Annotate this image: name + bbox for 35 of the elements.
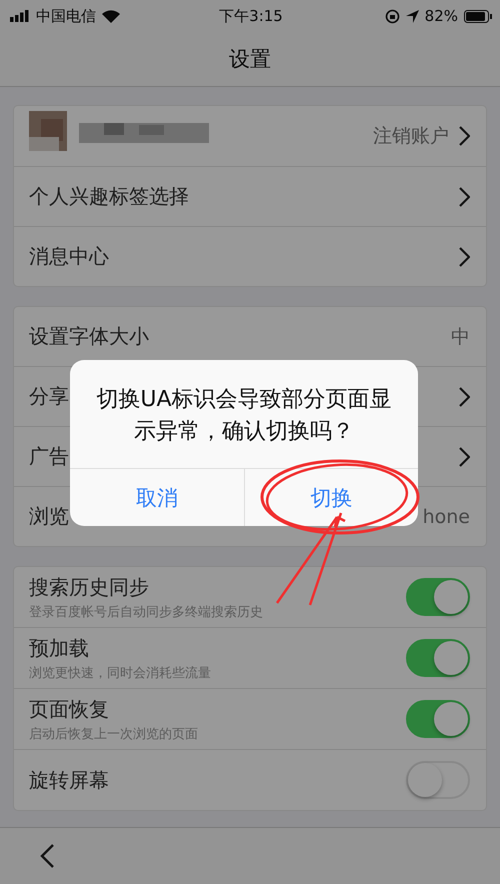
dialog-button[interactable]: 切换 xyxy=(244,468,418,526)
toggle-switch[interactable] xyxy=(406,578,470,616)
row-label: 广告 xyxy=(29,443,69,470)
row-value: 中 xyxy=(451,324,470,350)
wifi-icon xyxy=(102,10,120,22)
settings-row[interactable]: 消息中心 xyxy=(14,226,486,286)
location-arrow-icon xyxy=(406,10,419,22)
dialog-message: 切换UA标识会导致部分页面显示异常，确认切换吗？ xyxy=(95,386,393,446)
row-value: hone xyxy=(422,506,470,528)
row-description: 登录百度帐号后自动同步多终端搜索历史 xyxy=(29,604,263,620)
toggle-switch[interactable] xyxy=(406,700,470,738)
row-label: 浏览 xyxy=(29,503,69,530)
rotation-lock-icon xyxy=(384,8,400,24)
battery-icon xyxy=(464,10,492,22)
row-label: 消息中心 xyxy=(29,243,109,270)
row-label: 分享 xyxy=(29,383,69,410)
row-description: 浏览更快速，同时会消耗些流量 xyxy=(29,664,211,682)
logout-account-link[interactable]: 注销账户 xyxy=(373,123,449,149)
row-label: 个人兴趣标签选择 xyxy=(29,183,189,210)
account-row[interactable]: 注销账户 xyxy=(14,106,486,166)
back-icon[interactable] xyxy=(40,844,54,868)
row-label: 设置字体大小 xyxy=(29,323,149,350)
page-title: 设置 xyxy=(229,46,271,73)
toggle-switch[interactable] xyxy=(406,639,470,677)
row-label: 旋转屏幕 xyxy=(29,766,109,794)
row-label: 预加载 xyxy=(29,634,89,662)
row-label: 页面恢复 xyxy=(29,696,109,722)
settings-row[interactable]: 个人兴趣标签选择 xyxy=(14,166,486,226)
dialog-button[interactable]: 取消 xyxy=(70,468,244,526)
carrier-name: 中国电信 xyxy=(36,6,96,26)
row-description: 启动后恢复上一次浏览的页面 xyxy=(29,726,198,742)
row-label: 搜索历史同步 xyxy=(29,574,149,600)
signal-icon xyxy=(10,10,30,22)
battery-percent: 82% xyxy=(424,7,458,25)
status-time: 下午3:15 xyxy=(219,6,283,26)
